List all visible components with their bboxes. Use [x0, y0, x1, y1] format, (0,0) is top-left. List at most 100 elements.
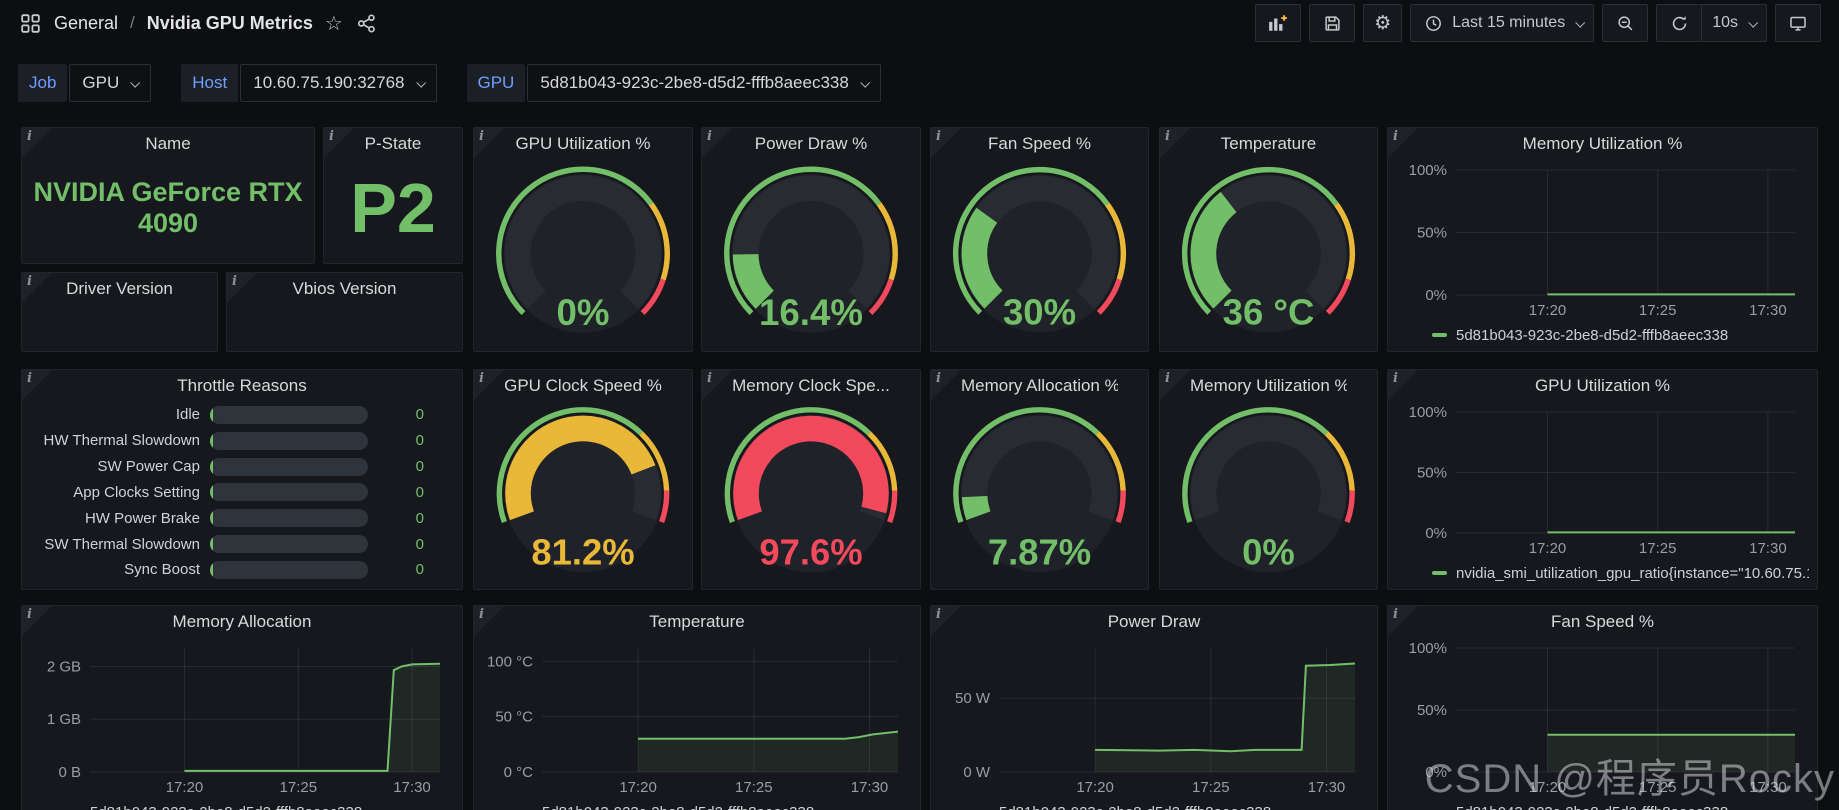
- legend-item[interactable]: 5d81b043-923c-2be8-d5d2-fffb8aeec338: [1402, 800, 1809, 810]
- panel-info-icon[interactable]: i: [474, 606, 504, 636]
- save-dashboard-button[interactable]: [1309, 4, 1356, 42]
- star-favorite-icon[interactable]: ☆: [325, 13, 343, 33]
- panel-info-icon[interactable]: i: [931, 606, 961, 636]
- panel-info-icon[interactable]: i: [1388, 606, 1418, 636]
- panel-info-icon[interactable]: i: [702, 370, 732, 400]
- panel-title[interactable]: Fan Speed %: [1418, 606, 1787, 636]
- panel-title[interactable]: Memory Utilization %: [1418, 128, 1787, 158]
- legend-item[interactable]: 5d81b043-923c-2be8-d5d2-fffb8aeec338: [36, 800, 454, 810]
- throttle-value: 0: [415, 458, 424, 476]
- panel-info-icon[interactable]: i: [22, 606, 52, 636]
- svg-text:81.2%: 81.2%: [531, 531, 634, 572]
- panel-name: i Name NVIDIA GeForce RTX 4090: [21, 127, 315, 264]
- panel-fan-speed-gauge: i Fan Speed % 30%: [930, 127, 1149, 352]
- panel-title[interactable]: Memory Allocation %: [961, 370, 1118, 400]
- svg-text:100%: 100%: [1409, 162, 1447, 179]
- panel-title[interactable]: Driver Version: [52, 273, 187, 303]
- throttle-bar: [210, 535, 368, 554]
- panel-title[interactable]: Vbios Version: [257, 273, 432, 303]
- panel-gpu-clock-gauge: i GPU Clock Speed % 81.2%: [473, 369, 693, 590]
- svg-text:30%: 30%: [1003, 292, 1076, 333]
- variable-gpu-value-dropdown[interactable]: 5d81b043-923c-2be8-d5d2-fffb8aeec338: [527, 64, 881, 102]
- panel-info-icon[interactable]: i: [474, 128, 504, 158]
- add-panel-icon: [1266, 11, 1290, 35]
- breadcrumb-title[interactable]: Nvidia GPU Metrics: [147, 13, 313, 34]
- throttle-bar-fill: [210, 457, 213, 476]
- panel-throttle-reasons: i Throttle Reasons Idle 0 HW Thermal Slowd…: [21, 369, 463, 590]
- panel-title[interactable]: Name: [52, 128, 284, 158]
- panel-title[interactable]: Temperature: [504, 606, 890, 636]
- panel-info-icon[interactable]: i: [1388, 128, 1418, 158]
- dashboards-grid-icon[interactable]: [18, 11, 42, 35]
- panel-title[interactable]: Fan Speed %: [961, 128, 1118, 158]
- svg-text:17:25: 17:25: [280, 779, 318, 796]
- throttle-bar-fill: [210, 483, 213, 502]
- legend-item[interactable]: 5d81b043-923c-2be8-d5d2-fffb8aeec338: [488, 800, 912, 810]
- legend-item[interactable]: 5d81b043-923c-2be8-d5d2-fffb8aeec338: [945, 800, 1369, 810]
- legend-item[interactable]: 5d81b043-923c-2be8-d5d2-fffb8aeec338: [1402, 323, 1809, 347]
- chevron-down-icon: [860, 77, 870, 88]
- panel-title[interactable]: GPU Utilization %: [1418, 370, 1787, 400]
- throttle-label: HW Power Brake: [84, 509, 200, 527]
- panel-title[interactable]: Memory Clock Spe...: [732, 370, 890, 400]
- temperature-gauge: 36 °C: [1160, 158, 1377, 349]
- svg-text:0%: 0%: [1425, 287, 1447, 304]
- dashboard-settings-button[interactable]: ⚙: [1363, 4, 1403, 42]
- panel-title[interactable]: Throttle Reasons: [52, 370, 432, 400]
- fan-speed-chart: 100% 50% 0% 17:20 17:25 17:30: [1394, 636, 1811, 796]
- panel-title[interactable]: Temperature: [1190, 128, 1347, 158]
- throttle-row: HW Power Brake 0: [30, 509, 454, 528]
- panel-title[interactable]: P-State: [354, 128, 432, 158]
- throttle-bar: [210, 483, 368, 502]
- panel-info-icon[interactable]: i: [474, 370, 504, 400]
- panel-info-icon[interactable]: i: [324, 128, 354, 158]
- svg-text:97.6%: 97.6%: [759, 531, 862, 572]
- throttle-bar: [210, 509, 368, 528]
- legend-item[interactable]: nvidia_smi_utilization_gpu_ratio{instanc…: [1402, 561, 1809, 585]
- fan-speed-gauge: 30%: [931, 158, 1148, 349]
- gpu-utilization-gauge: 0%: [474, 158, 692, 349]
- panel-info-icon[interactable]: i: [1160, 128, 1190, 158]
- panel-driver-version: i Driver Version: [21, 272, 218, 352]
- panel-title[interactable]: Power Draw: [961, 606, 1347, 636]
- panel-info-icon[interactable]: i: [931, 128, 961, 158]
- svg-text:17:25: 17:25: [735, 779, 773, 796]
- panel-memory-clock-gauge: i Memory Clock Spe... 97.6%: [701, 369, 921, 590]
- time-range-picker[interactable]: Last 15 minutes: [1410, 4, 1595, 42]
- throttle-row: App Clocks Setting 0: [30, 483, 454, 502]
- refresh-interval-picker[interactable]: 10s: [1701, 4, 1767, 42]
- panel-title[interactable]: Power Draw %: [732, 128, 890, 158]
- panel-info-icon[interactable]: i: [1160, 370, 1190, 400]
- memory-utilization-chart: 100% 50% 0% 17:20 17:25 17:30: [1394, 158, 1811, 319]
- variable-job-value-dropdown[interactable]: GPU: [69, 64, 152, 102]
- svg-text:17:20: 17:20: [166, 779, 204, 796]
- panel-info-icon[interactable]: i: [931, 370, 961, 400]
- throttle-bar-fill: [210, 535, 213, 554]
- chevron-down-icon: [415, 77, 426, 88]
- throttle-label: App Clocks Setting: [73, 483, 200, 501]
- share-icon[interactable]: [355, 11, 379, 35]
- panel-info-icon[interactable]: i: [702, 128, 732, 158]
- panel-info-icon[interactable]: i: [227, 273, 257, 303]
- svg-text:2 GB: 2 GB: [47, 659, 81, 676]
- panel-info-icon[interactable]: i: [1388, 370, 1418, 400]
- breadcrumb-section[interactable]: General: [54, 13, 118, 34]
- panel-power-draw-timeseries: i Power Draw 50 W 0 W 17:20 17:25 17:30 5d81…: [930, 605, 1378, 810]
- panel-info-icon[interactable]: i: [22, 128, 52, 158]
- panel-title[interactable]: Memory Allocation: [52, 606, 432, 636]
- tv-kiosk-mode-button[interactable]: [1775, 4, 1821, 42]
- refresh-button[interactable]: [1656, 4, 1703, 42]
- variable-host-value-dropdown[interactable]: 10.60.75.190:32768: [240, 64, 437, 102]
- svg-text:17:20: 17:20: [1076, 779, 1114, 796]
- panel-temperature-gauge: i Temperature 36 °C: [1159, 127, 1378, 352]
- panel-title[interactable]: Memory Utilization %: [1190, 370, 1347, 400]
- throttle-label: Idle: [175, 406, 200, 424]
- svg-text:7.87%: 7.87%: [988, 531, 1091, 572]
- chevron-down-icon: [1575, 17, 1586, 28]
- add-panel-button[interactable]: [1255, 4, 1302, 42]
- panel-info-icon[interactable]: i: [22, 273, 52, 303]
- panel-title[interactable]: GPU Utilization %: [504, 128, 662, 158]
- zoom-out-time-button[interactable]: [1602, 4, 1649, 42]
- panel-title[interactable]: GPU Clock Speed %: [504, 370, 662, 400]
- panel-info-icon[interactable]: i: [22, 370, 52, 400]
